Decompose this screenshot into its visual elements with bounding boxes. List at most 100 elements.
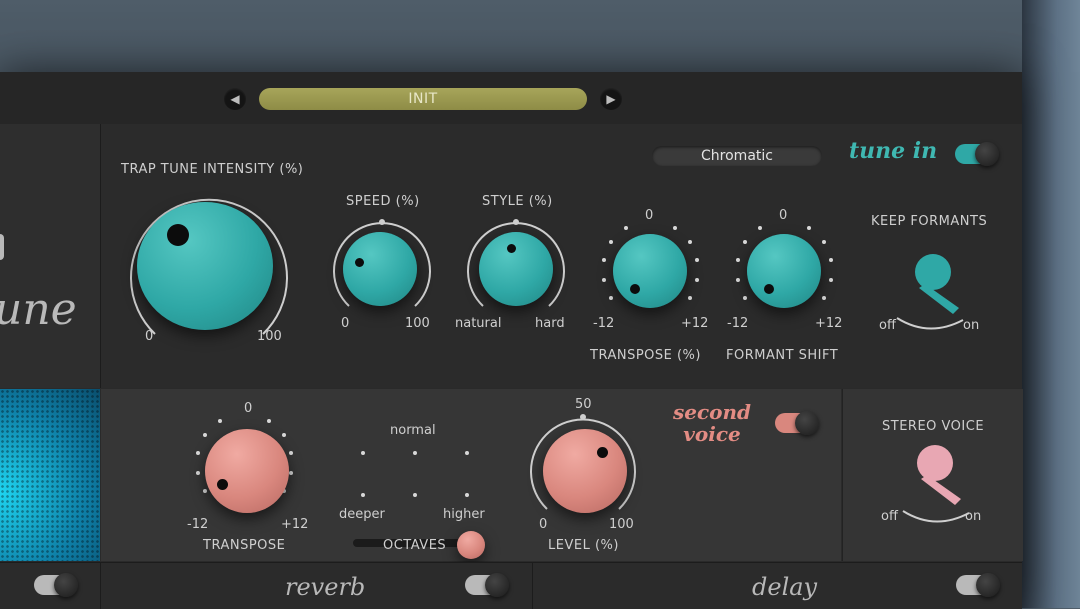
tick bbox=[602, 278, 606, 282]
speed-label: SPEED (%) bbox=[346, 194, 420, 209]
tick bbox=[465, 493, 469, 497]
stereo-voice-label: STEREO VOICE bbox=[882, 419, 985, 434]
tick bbox=[289, 471, 293, 475]
transpose-label: TRANSPOSE (%) bbox=[590, 348, 701, 363]
knob-indicator bbox=[597, 447, 608, 458]
style-max: hard bbox=[535, 316, 565, 331]
tick bbox=[688, 240, 692, 244]
next-preset-button[interactable]: ▶ bbox=[600, 88, 622, 110]
stereo-voice-section: STEREO VOICE off on bbox=[842, 389, 1023, 561]
preset-name-display[interactable]: INIT bbox=[259, 88, 587, 110]
tick bbox=[289, 451, 293, 455]
background-wall bbox=[1022, 0, 1080, 608]
preset-bar: ◀ INIT ▶ bbox=[0, 72, 1022, 125]
effects-bar: reverb delay bbox=[0, 562, 1022, 609]
octaves-normal: normal bbox=[390, 423, 436, 438]
intensity-label: TRAP TUNE INTENSITY (%) bbox=[121, 162, 304, 177]
logo-wordmark: une bbox=[0, 284, 77, 335]
speed-min: 0 bbox=[341, 316, 350, 331]
stereo-voice-on: on bbox=[965, 509, 982, 524]
formant-max: +12 bbox=[815, 316, 843, 331]
level-label: LEVEL (%) bbox=[548, 538, 619, 553]
level-max: 100 bbox=[609, 517, 634, 532]
tick bbox=[695, 278, 699, 282]
intensity-knob[interactable] bbox=[137, 202, 273, 330]
style-knob[interactable] bbox=[479, 232, 553, 306]
prev-preset-button[interactable]: ◀ bbox=[224, 88, 246, 110]
transpose-min: -12 bbox=[593, 316, 615, 331]
tick bbox=[822, 240, 826, 244]
logo-panel: une bbox=[0, 124, 101, 388]
keep-formants-on: on bbox=[963, 318, 980, 333]
sv-transpose-top: 0 bbox=[244, 401, 253, 416]
tick bbox=[736, 278, 740, 282]
toggle-thumb bbox=[976, 573, 1000, 597]
sv-transpose-min: -12 bbox=[187, 517, 209, 532]
octaves-higher: higher bbox=[443, 507, 485, 522]
tick bbox=[736, 258, 740, 262]
formant-shift-knob[interactable] bbox=[747, 234, 821, 308]
knob-indicator bbox=[764, 284, 774, 294]
tick bbox=[743, 240, 747, 244]
toggle-thumb bbox=[975, 142, 999, 166]
tune-in-label: tune in bbox=[849, 138, 938, 164]
tick bbox=[465, 451, 469, 455]
tick bbox=[413, 493, 417, 497]
transpose-knob[interactable] bbox=[613, 234, 687, 308]
triangle-left-icon: ◀ bbox=[230, 92, 240, 106]
tick bbox=[282, 433, 286, 437]
intensity-min: 0 bbox=[145, 329, 154, 344]
level-top: 50 bbox=[575, 397, 592, 412]
plugin-window: ◀ INIT ▶ une Chromatic tune in TRAP TUNE… bbox=[0, 72, 1023, 609]
tick bbox=[196, 451, 200, 455]
intensity-max: 100 bbox=[257, 329, 282, 344]
tick bbox=[807, 226, 811, 230]
speaker-grille bbox=[0, 389, 100, 561]
tune-in-toggle[interactable] bbox=[955, 142, 999, 166]
speed-knob[interactable] bbox=[343, 232, 417, 306]
octaves-deeper: deeper bbox=[339, 507, 385, 522]
left-effect-toggle[interactable] bbox=[34, 573, 78, 597]
delay-toggle[interactable] bbox=[956, 573, 1000, 597]
octaves-label: OCTAVES bbox=[383, 538, 447, 553]
scale-selector[interactable]: Chromatic bbox=[652, 146, 822, 166]
tick bbox=[361, 493, 365, 497]
triangle-right-icon: ▶ bbox=[606, 92, 616, 106]
formant-min: -12 bbox=[727, 316, 749, 331]
style-min: natural bbox=[455, 316, 502, 331]
toggle-thumb bbox=[795, 411, 819, 435]
logo-mark bbox=[0, 234, 4, 260]
style-label: STYLE (%) bbox=[482, 194, 553, 209]
tick bbox=[758, 226, 762, 230]
reverb-label: reverb bbox=[285, 573, 366, 601]
formant-top: 0 bbox=[779, 208, 788, 223]
formant-shift-label: FORMANT SHIFT bbox=[726, 348, 839, 363]
toggle-thumb bbox=[54, 573, 78, 597]
tick bbox=[829, 278, 833, 282]
tune-section: Chromatic tune in TRAP TUNE INTENSITY (%… bbox=[101, 124, 1022, 388]
second-voice-section: second voice 0 -12 +12 TRANSPOSE normal bbox=[101, 389, 841, 561]
tick bbox=[695, 258, 699, 262]
knob-indicator bbox=[507, 244, 516, 253]
tick bbox=[218, 419, 222, 423]
level-min: 0 bbox=[539, 517, 548, 532]
sv-transpose-knob[interactable] bbox=[205, 429, 289, 513]
second-voice-toggle[interactable] bbox=[775, 411, 819, 435]
tick bbox=[413, 451, 417, 455]
tick bbox=[829, 258, 833, 262]
tick bbox=[602, 258, 606, 262]
octaves-slider-thumb[interactable] bbox=[457, 531, 485, 559]
sv-transpose-max: +12 bbox=[281, 517, 309, 532]
speed-max: 100 bbox=[405, 316, 430, 331]
visualizer-panel bbox=[0, 389, 100, 561]
knob-indicator bbox=[167, 224, 189, 246]
tick bbox=[196, 471, 200, 475]
second-voice-title: second voice bbox=[673, 400, 752, 446]
transpose-top: 0 bbox=[645, 208, 654, 223]
tick bbox=[624, 226, 628, 230]
level-knob[interactable] bbox=[543, 429, 627, 513]
tick bbox=[203, 489, 207, 493]
knob-indicator bbox=[355, 258, 364, 267]
tick bbox=[822, 296, 826, 300]
reverb-toggle[interactable] bbox=[465, 573, 509, 597]
